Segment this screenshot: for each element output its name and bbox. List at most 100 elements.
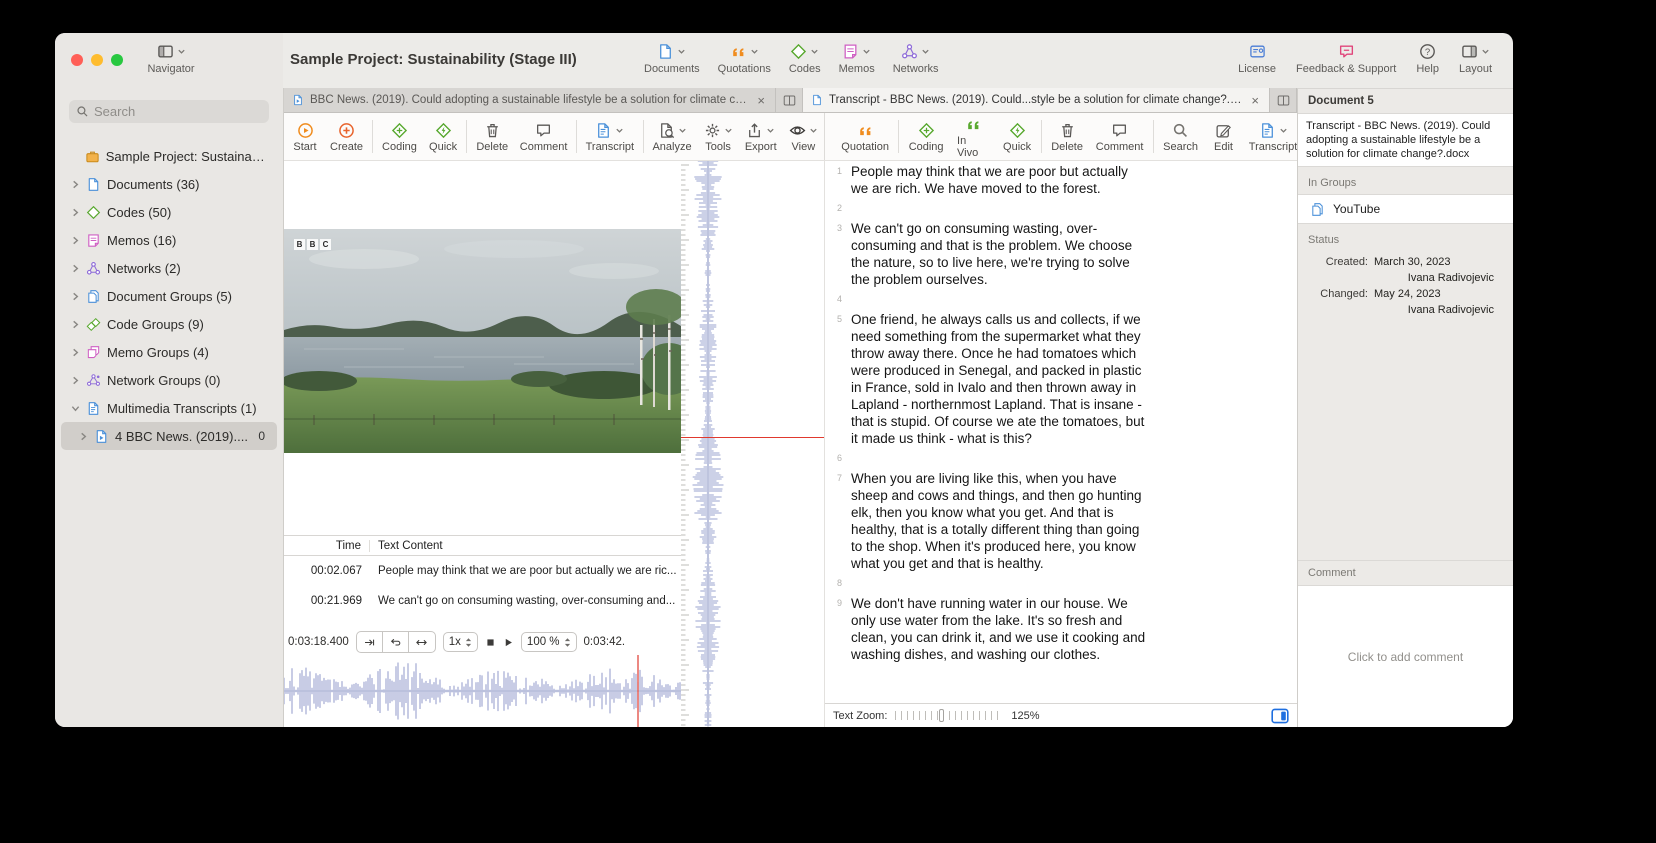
transcript-button[interactable]: Transcript xyxy=(580,118,640,156)
close-tab-icon[interactable]: × xyxy=(755,93,767,108)
group-row-youtube[interactable]: YouTube xyxy=(1298,194,1513,224)
chevron-right-icon[interactable] xyxy=(71,180,86,189)
edit-button[interactable]: Edit xyxy=(1205,118,1243,156)
speed-stepper[interactable]: 1x xyxy=(443,632,478,652)
sidebar-item-network-groups-0[interactable]: Network Groups (0) xyxy=(61,366,277,394)
stop-button[interactable] xyxy=(485,637,496,648)
audio-waveform-horizontal[interactable] xyxy=(284,655,681,727)
sidebar-item-networks-2[interactable]: Networks (2) xyxy=(61,254,277,282)
text-zoom-slider[interactable] xyxy=(895,711,1003,720)
split-view-button-2[interactable] xyxy=(1270,88,1297,112)
zoom-window-button[interactable] xyxy=(111,54,123,66)
transcript-paragraph[interactable]: 6 xyxy=(825,450,1297,467)
documents-button[interactable]: Documents xyxy=(635,41,709,75)
comment-button[interactable]: Comment xyxy=(1090,118,1150,156)
paragraph-text[interactable]: We don't have running water in our house… xyxy=(851,595,1147,663)
close-window-button[interactable] xyxy=(71,54,83,66)
quick-button[interactable]: Quick xyxy=(996,118,1037,156)
paragraph-text[interactable]: People may think that we are poor but ac… xyxy=(851,163,1147,197)
transcript-paragraph[interactable]: 9We don't have running water in our hous… xyxy=(825,595,1297,663)
audio-waveform-vertical[interactable] xyxy=(681,161,734,727)
transcript-text[interactable]: 1People may think that we are poor but a… xyxy=(825,161,1297,703)
tab-video-document[interactable]: BBC News. (2019). Could adopting a susta… xyxy=(284,88,776,112)
paragraph-text[interactable] xyxy=(851,291,1147,308)
license-button[interactable]: License xyxy=(1229,41,1285,75)
in-vivo-button[interactable]: In Vivo xyxy=(950,112,996,162)
minimize-window-button[interactable] xyxy=(91,54,103,66)
search-input[interactable] xyxy=(94,104,254,119)
chevron-down-icon[interactable] xyxy=(71,404,86,413)
sidebar-item-multimedia-transcripts-1[interactable]: Multimedia Transcripts (1) xyxy=(61,394,277,422)
comment-button[interactable]: Comment xyxy=(514,118,573,156)
start-button[interactable]: Start xyxy=(286,118,324,156)
quotations-button[interactable]: Quotations xyxy=(709,41,780,75)
codes-button[interactable]: Codes xyxy=(780,41,830,75)
sidebar-item-documents-36[interactable]: Documents (36) xyxy=(61,170,277,198)
view-button[interactable]: View xyxy=(783,118,824,156)
transcript-paragraph[interactable]: 3We can't go on consuming wasting, over-… xyxy=(825,220,1297,288)
create-button[interactable]: Create xyxy=(324,118,369,156)
chevron-right-icon[interactable] xyxy=(71,236,86,245)
search-field[interactable] xyxy=(69,100,269,123)
play-button[interactable] xyxy=(503,637,514,648)
paragraph-text[interactable]: When you are living like this, when you … xyxy=(851,470,1147,572)
paragraph-text[interactable]: One friend, he always calls us and colle… xyxy=(851,311,1147,447)
networks-button[interactable]: Networks xyxy=(884,41,948,75)
transcript-paragraph[interactable]: 7When you are living like this, when you… xyxy=(825,470,1297,572)
text-column-header[interactable]: Text Content xyxy=(370,540,443,552)
paragraph-text[interactable] xyxy=(851,200,1147,217)
chevron-right-icon[interactable] xyxy=(71,376,86,385)
paragraph-text[interactable]: We can't go on consuming wasting, over-c… xyxy=(851,220,1147,288)
chevron-right-icon[interactable] xyxy=(71,348,86,357)
transcript-paragraph[interactable]: 2 xyxy=(825,200,1297,217)
transcript-paragraph[interactable]: 4 xyxy=(825,291,1297,308)
memos-button[interactable]: Memos xyxy=(830,41,884,75)
slider-thumb[interactable] xyxy=(939,709,944,722)
analyze-button[interactable]: Analyze xyxy=(647,118,698,156)
transcript-button[interactable]: Transcript xyxy=(1243,118,1304,156)
chevron-right-icon[interactable] xyxy=(71,208,86,217)
paragraph-text[interactable] xyxy=(851,575,1147,592)
time-column-header[interactable]: Time xyxy=(284,540,370,552)
segment-row[interactable]: 00:02.067People may think that we are po… xyxy=(284,556,681,586)
sidebar-item-sample-project-sustainabi[interactable]: Sample Project: Sustainabi… xyxy=(61,142,277,170)
document-title-field[interactable]: Transcript - BBC News. (2019). Could ado… xyxy=(1298,113,1513,167)
delete-button[interactable]: Delete xyxy=(470,118,514,156)
segment-row[interactable]: 00:21.969We can't go on consuming wastin… xyxy=(284,586,681,616)
comment-area[interactable]: Click to add comment xyxy=(1298,585,1513,727)
tools-button[interactable]: Tools xyxy=(697,118,738,156)
split-view-button[interactable] xyxy=(776,88,803,112)
zoom-stepper[interactable]: 100 % xyxy=(521,632,577,652)
close-tab-icon[interactable]: × xyxy=(1249,93,1261,108)
feedback-support-button[interactable]: Feedback & Support xyxy=(1287,41,1405,75)
chevron-right-icon[interactable] xyxy=(71,264,86,273)
sidebar-item-code-groups-9[interactable]: Code Groups (9) xyxy=(61,310,277,338)
inspector-toggle-icon[interactable] xyxy=(1271,707,1289,725)
help-button[interactable]: ?Help xyxy=(1407,41,1448,75)
quotation-button[interactable]: Quotation xyxy=(835,118,895,156)
loop-button[interactable] xyxy=(383,632,409,652)
step-forward-button[interactable] xyxy=(357,632,383,652)
sidebar-item-4-bbc-news-2019[interactable]: 4 BBC News. (2019)....0 xyxy=(61,422,277,450)
transcript-paragraph[interactable]: 1People may think that we are poor but a… xyxy=(825,163,1297,197)
navigator-toggle-button[interactable]: Navigator xyxy=(139,41,203,75)
coding-button[interactable]: Coding xyxy=(902,118,950,156)
stepper-arrows-icon[interactable] xyxy=(564,637,571,648)
stepper-arrows-icon[interactable] xyxy=(465,637,472,648)
quick-button[interactable]: Quick xyxy=(423,118,463,156)
search-button[interactable]: Search xyxy=(1157,118,1205,156)
delete-button[interactable]: Delete xyxy=(1045,118,1090,156)
transcript-paragraph[interactable]: 5One friend, he always calls us and coll… xyxy=(825,311,1297,447)
paragraph-text[interactable] xyxy=(851,450,1147,467)
transcript-paragraph[interactable]: 8 xyxy=(825,575,1297,592)
layout-button[interactable]: Layout xyxy=(1450,41,1501,75)
sidebar-item-memos-16[interactable]: Memos (16) xyxy=(61,226,277,254)
chevron-right-icon[interactable] xyxy=(79,432,94,441)
sidebar-item-memo-groups-4[interactable]: Memo Groups (4) xyxy=(61,338,277,366)
export-button[interactable]: Export xyxy=(739,118,783,156)
video-frame[interactable]: BBC xyxy=(284,229,681,453)
sidebar-item-document-groups-5[interactable]: Document Groups (5) xyxy=(61,282,277,310)
chevron-right-icon[interactable] xyxy=(71,292,86,301)
fit-range-button[interactable] xyxy=(409,632,435,652)
coding-button[interactable]: Coding xyxy=(376,118,423,156)
